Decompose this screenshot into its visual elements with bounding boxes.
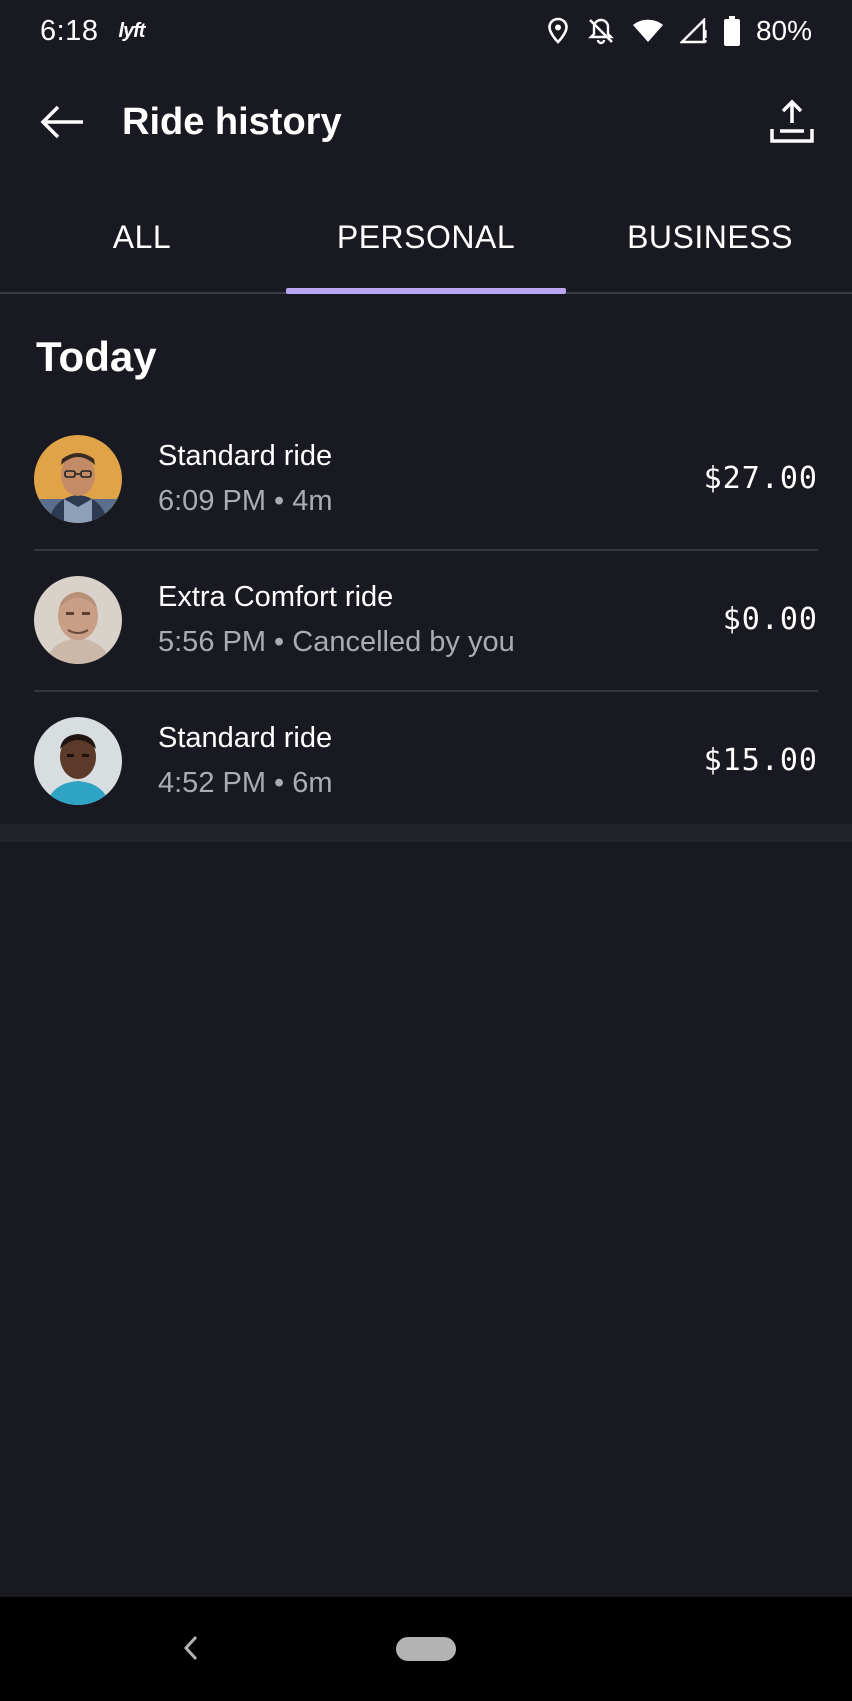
app-bar: Ride history xyxy=(0,62,852,182)
battery-icon xyxy=(723,16,740,46)
ride-type: Standard ride xyxy=(158,439,333,472)
home-pill-icon[interactable] xyxy=(396,1637,456,1661)
location-icon xyxy=(546,17,570,45)
ride-info: Standard ride 6:09 PM • 4m xyxy=(158,440,704,518)
ride-list: Standard ride 6:09 PM • 4m $27.00 Extra … xyxy=(0,408,852,831)
tab-business[interactable]: BUSINESS xyxy=(568,182,852,292)
ride-info: Standard ride 4:52 PM • 6m xyxy=(158,722,704,800)
nav-back-icon xyxy=(183,1635,198,1661)
section-title-today: Today xyxy=(36,333,157,380)
ride-price: $27.00 xyxy=(703,461,818,496)
ride-price: $15.00 xyxy=(703,743,818,778)
nav-back-button[interactable] xyxy=(176,1633,206,1663)
list-end-divider xyxy=(0,824,852,842)
driver-avatar xyxy=(34,716,122,805)
tab-personal[interactable]: PERSONAL xyxy=(284,182,568,294)
ride-price: $0.00 xyxy=(722,602,818,637)
lyft-notification-icon: lyft xyxy=(118,19,145,42)
ride-info: Extra Comfort ride 5:56 PM • Cancelled b… xyxy=(158,581,723,659)
ride-meta: 5:56 PM • Cancelled by you xyxy=(158,625,515,658)
status-bar: 6:18 lyft 80% xyxy=(0,0,852,62)
status-time: 6:18 xyxy=(40,14,99,47)
ride-meta: 6:09 PM • 4m xyxy=(158,484,333,517)
back-button[interactable] xyxy=(36,96,88,148)
battery-percentage: 80% xyxy=(755,15,812,46)
tab-all[interactable]: ALL xyxy=(0,182,284,292)
ride-meta: 4:52 PM • 6m xyxy=(158,766,333,799)
ride-type: Standard ride xyxy=(158,721,333,754)
ride-item[interactable]: Extra Comfort ride 5:56 PM • Cancelled b… xyxy=(0,549,852,690)
wifi-icon xyxy=(632,18,664,44)
ride-item[interactable]: Standard ride 6:09 PM • 4m $27.00 xyxy=(0,408,852,549)
back-arrow-icon xyxy=(40,105,83,139)
system-nav-bar xyxy=(0,1597,852,1701)
signal-icon xyxy=(679,18,708,44)
status-right: 80% xyxy=(546,15,812,47)
notifications-off-icon xyxy=(586,16,616,46)
status-left: 6:18 lyft xyxy=(40,14,145,48)
page-title: Ride history xyxy=(122,100,342,143)
driver-avatar xyxy=(34,575,122,664)
ride-item[interactable]: Standard ride 4:52 PM • 6m $15.00 xyxy=(0,690,852,831)
ride-filter-tabs: ALL PERSONAL BUSINESS xyxy=(0,182,852,294)
driver-avatar xyxy=(34,434,122,523)
export-button[interactable] xyxy=(766,96,818,148)
ride-type: Extra Comfort ride xyxy=(158,580,394,613)
export-icon xyxy=(770,99,814,143)
